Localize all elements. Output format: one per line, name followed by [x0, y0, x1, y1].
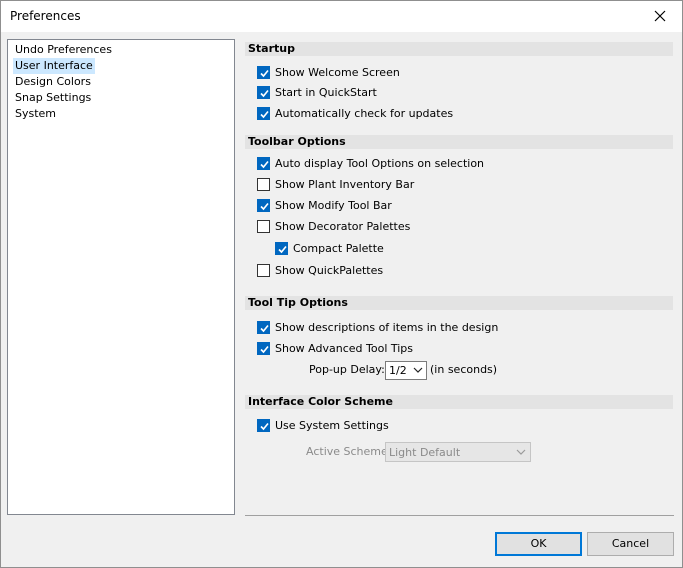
check-icon [260, 160, 269, 169]
checkbox-checked[interactable] [257, 107, 270, 120]
nav-item-user-interface[interactable]: User Interface [13, 58, 95, 74]
check-icon [278, 245, 287, 254]
check-icon [260, 324, 269, 333]
popup-delay-value: 1/2 [389, 364, 407, 377]
ok-button[interactable]: OK [495, 532, 582, 556]
checkbox-checked[interactable] [275, 242, 288, 255]
checkbox-unchecked[interactable] [257, 178, 270, 191]
nav-item-undo-preferences[interactable]: Undo Preferences [13, 42, 114, 58]
active-scheme-value: Light Default [389, 446, 461, 459]
chevron-down-icon [413, 367, 423, 373]
checkbox-checked[interactable] [257, 199, 270, 212]
checkbox-checked[interactable] [257, 86, 270, 99]
cancel-button[interactable]: Cancel [587, 532, 674, 556]
checkbox-unchecked[interactable] [257, 220, 270, 233]
check-icon [260, 202, 269, 211]
category-list[interactable]: Undo Preferences User Interface Design C… [7, 39, 235, 515]
popup-delay-label: Pop-up Delay: [309, 363, 385, 376]
checkbox-checked[interactable] [257, 321, 270, 334]
chevron-down-icon [516, 449, 526, 455]
nav-item-snap-settings[interactable]: Snap Settings [13, 90, 93, 106]
preferences-dialog: Preferences Undo Preferences User Interf… [0, 0, 683, 568]
checkbox-checked[interactable] [257, 419, 270, 432]
footer-divider [245, 515, 674, 516]
title-bar: Preferences [1, 1, 682, 32]
check-icon [260, 345, 269, 354]
check-icon [260, 69, 269, 78]
section-header-toolbar-options: Toolbar Options [245, 135, 673, 149]
section-header-color-scheme: Interface Color Scheme [245, 395, 673, 409]
checkbox-unchecked[interactable] [257, 264, 270, 277]
active-scheme-dropdown: Light Default [385, 442, 531, 462]
check-icon [260, 110, 269, 119]
section-header-tool-tip-options: Tool Tip Options [245, 296, 673, 310]
close-button[interactable] [638, 1, 682, 32]
window-title: Preferences [10, 9, 81, 23]
popup-delay-dropdown[interactable]: 1/2 [385, 361, 427, 380]
nav-item-design-colors[interactable]: Design Colors [13, 74, 93, 90]
section-header-startup: Startup [245, 42, 673, 56]
nav-item-system[interactable]: System [13, 106, 58, 122]
checkbox-checked[interactable] [257, 157, 270, 170]
close-icon [654, 10, 666, 22]
popup-delay-unit: (in seconds) [430, 363, 498, 376]
check-icon [260, 89, 269, 98]
active-scheme-label: Active Scheme: [306, 445, 392, 458]
check-icon [260, 422, 269, 431]
checkbox-checked[interactable] [257, 342, 270, 355]
checkbox-checked[interactable] [257, 66, 270, 79]
